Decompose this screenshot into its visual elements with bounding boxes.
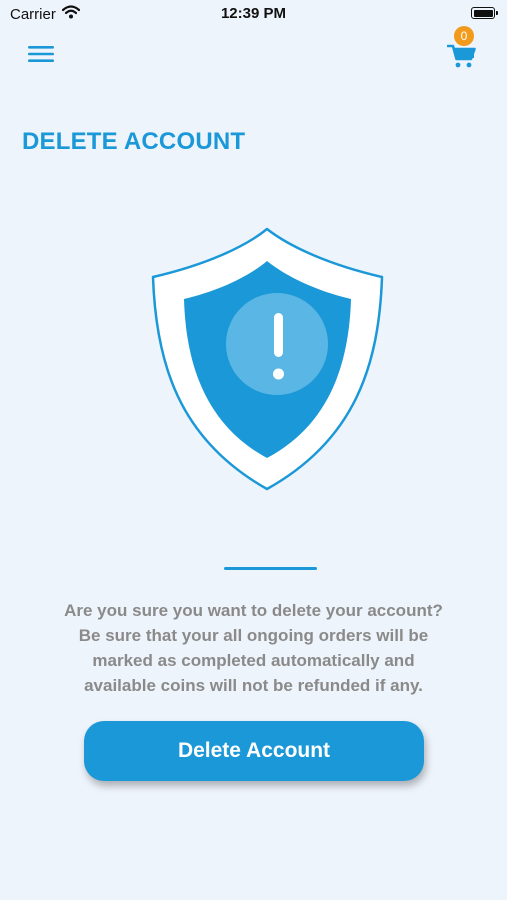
battery-icon (471, 7, 498, 19)
message-line: marked as completed automatically and (92, 651, 415, 670)
shopping-cart-icon (447, 44, 476, 68)
status-bar: Carrier 12:39 PM (0, 0, 507, 28)
page-title: DELETE ACCOUNT (22, 128, 246, 155)
hamburger-menu-icon (28, 46, 54, 62)
cart-count-badge: 0 (454, 26, 474, 46)
status-time: 12:39 PM (220, 5, 287, 22)
message-line: available coins will not be refunded if … (84, 676, 423, 695)
delete-account-button[interactable]: Delete Account (84, 721, 424, 781)
message-line: Are you sure you want to delete your acc… (64, 601, 443, 620)
warning-message: Are you sure you want to delete your acc… (20, 598, 487, 698)
cart-button[interactable]: 0 (447, 26, 481, 72)
message-line: Be sure that your all ongoing orders wil… (78, 626, 429, 645)
shield-warning-icon (150, 225, 385, 498)
menu-button[interactable] (28, 44, 54, 64)
divider (224, 567, 317, 570)
